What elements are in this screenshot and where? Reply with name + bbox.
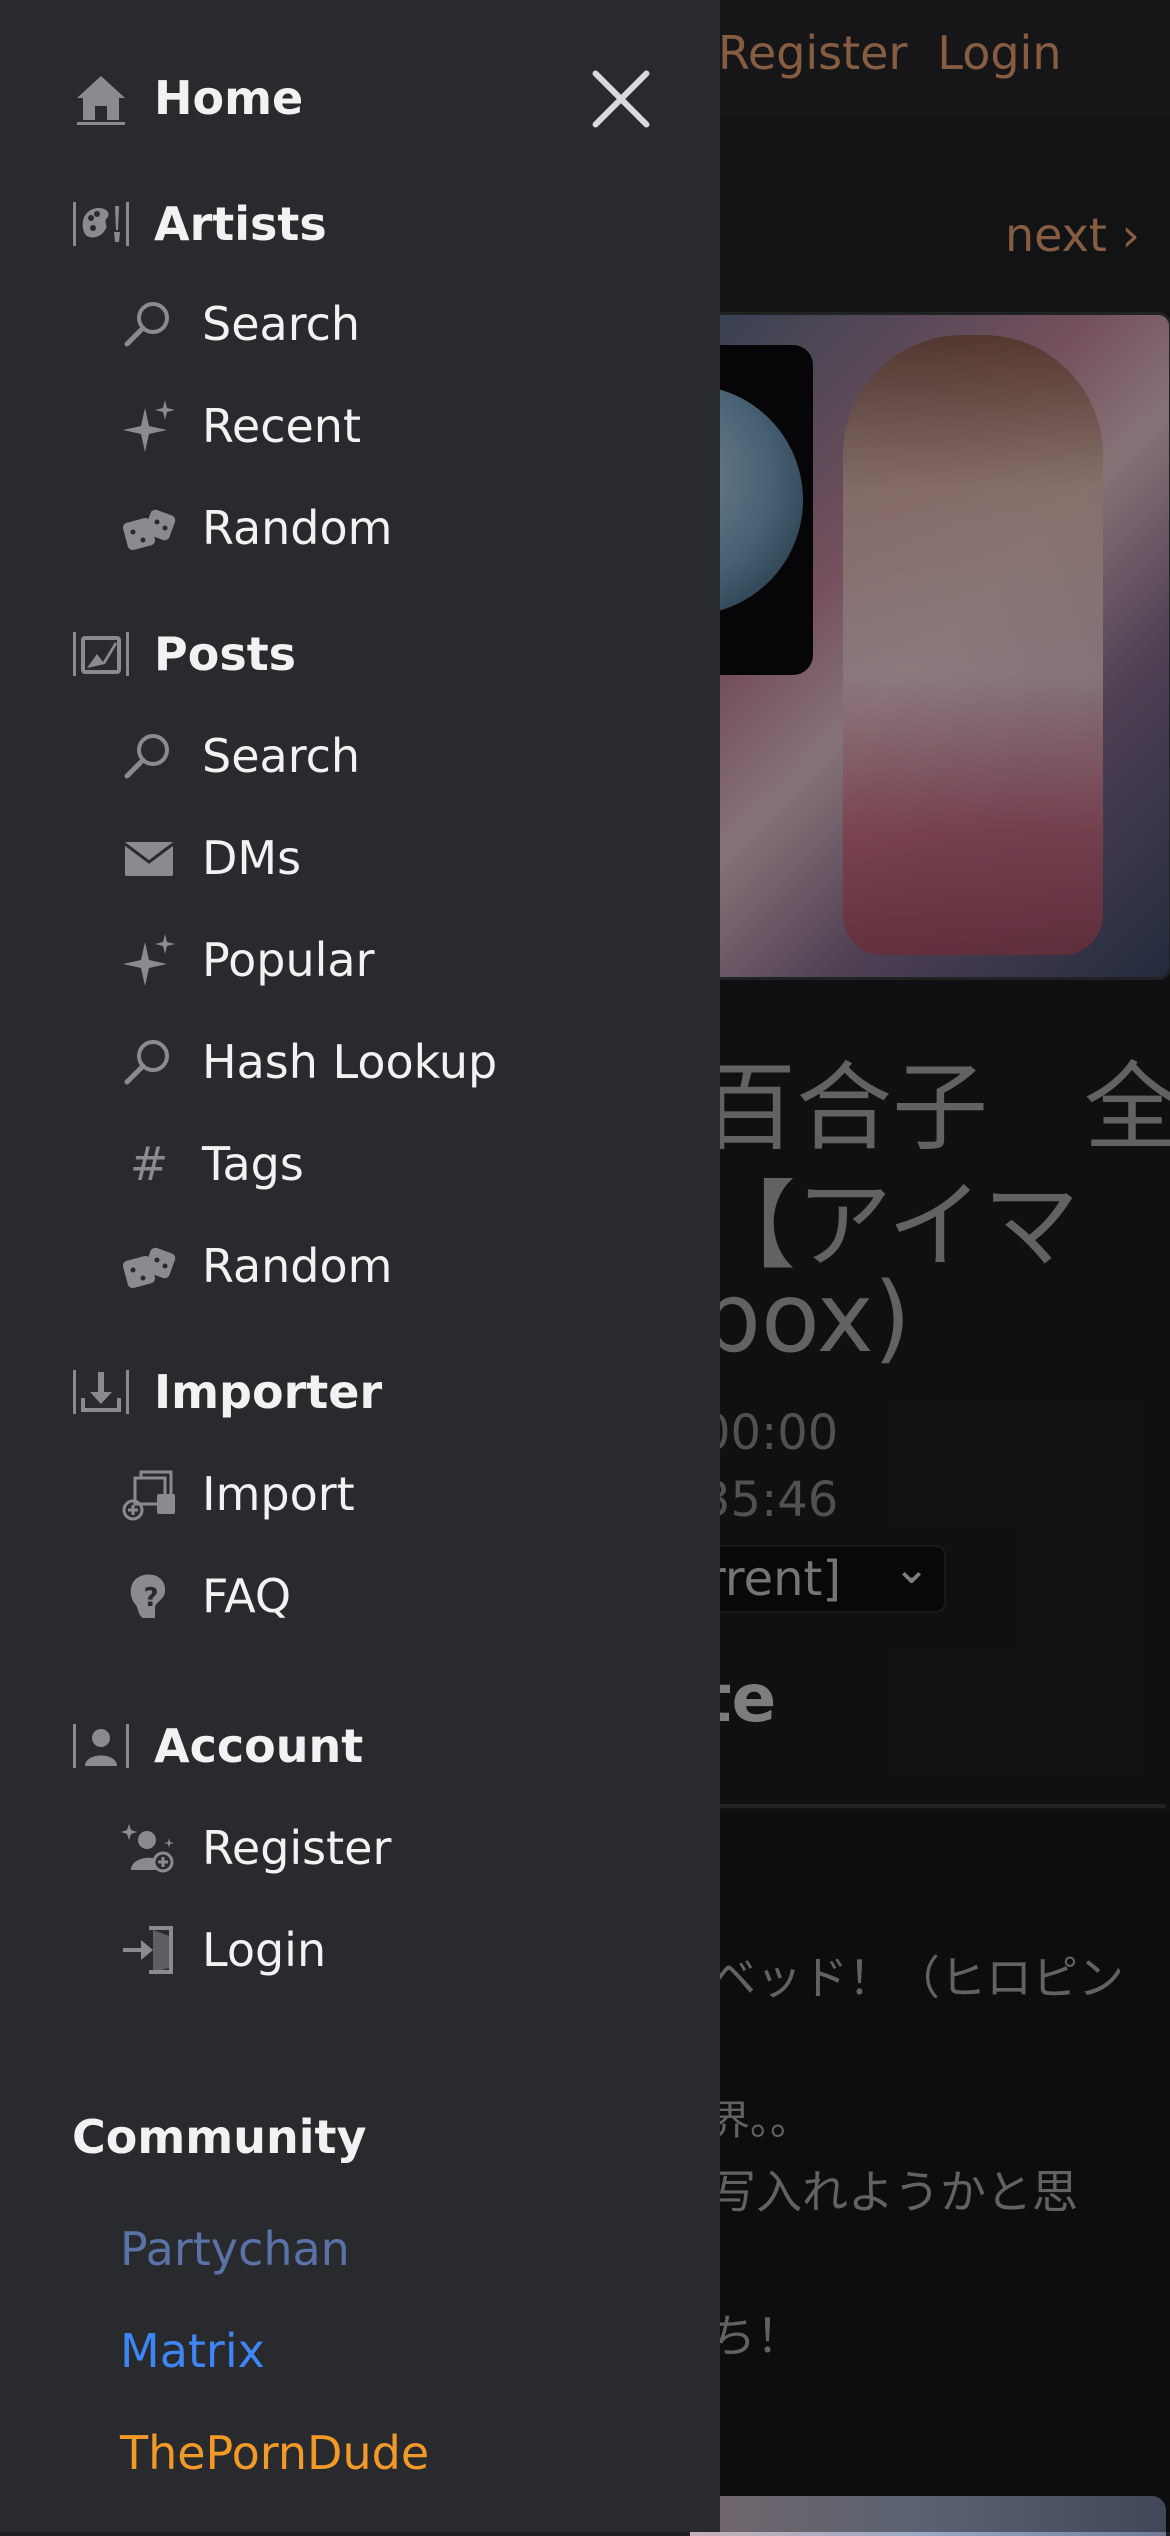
search-icon <box>118 293 180 355</box>
nav-artists-header: Artists <box>0 184 720 264</box>
nav-artists-random[interactable]: Random <box>0 488 720 568</box>
nav-item-label: Register <box>202 1821 392 1875</box>
dice-icon <box>118 1235 180 1297</box>
nav-importer-label: Importer <box>154 1365 383 1419</box>
nav-item-label: Recent <box>202 399 361 453</box>
community-link-theporndude[interactable]: ThePornDude <box>120 2426 429 2480</box>
nav-posts-search[interactable]: Search <box>0 716 720 796</box>
nav-item-label: Search <box>202 729 361 783</box>
nav-account-register[interactable]: Register <box>0 1808 720 1888</box>
nav-importer-header: Importer <box>0 1352 720 1432</box>
import-icon <box>118 1463 180 1525</box>
login-icon <box>118 1919 180 1981</box>
posts-icon <box>70 623 132 685</box>
nav-item-label: DMs <box>202 831 302 885</box>
artists-icon <box>70 193 132 255</box>
nav-posts-popular[interactable]: Popular <box>0 920 720 1000</box>
faq-icon: ? <box>118 1565 180 1627</box>
sparkle-icon <box>118 929 180 991</box>
dice-icon <box>118 497 180 559</box>
nav-artists-search[interactable]: Search <box>0 284 720 364</box>
svg-text:#: # <box>130 1137 169 1191</box>
nav-importer-import[interactable]: Import <box>0 1454 720 1534</box>
nav-account-header: Account <box>0 1706 720 1786</box>
nav-posts-tags[interactable]: # Tags <box>0 1124 720 1204</box>
svg-text:?: ? <box>143 1583 158 1613</box>
envelope-icon <box>118 827 180 889</box>
nav-item-label: Tags <box>202 1137 304 1191</box>
nav-item-label: Search <box>202 297 361 351</box>
nav-posts-label: Posts <box>154 627 297 681</box>
nav-account-login[interactable]: Login <box>0 1910 720 1990</box>
account-icon <box>70 1715 132 1777</box>
nav-item-label: Import <box>202 1467 355 1521</box>
nav-home-label: Home <box>154 71 304 125</box>
nav-importer-faq[interactable]: ? FAQ <box>0 1556 720 1636</box>
nav-account-label: Account <box>154 1719 364 1773</box>
nav-artists-label: Artists <box>154 197 327 251</box>
nav-posts-hash-lookup[interactable]: Hash Lookup <box>0 1022 720 1102</box>
nav-item-label: Hash Lookup <box>202 1035 498 1089</box>
nav-posts-random[interactable]: Random <box>0 1226 720 1306</box>
nav-item-label: Random <box>202 501 393 555</box>
nav-artists-recent[interactable]: Recent <box>0 386 720 466</box>
importer-icon <box>70 1361 132 1423</box>
hash-icon: # <box>118 1133 180 1195</box>
sparkle-icon <box>118 395 180 457</box>
nav-item-label: Random <box>202 1239 393 1293</box>
community-link-partychan[interactable]: Partychan <box>120 2222 350 2276</box>
nav-item-label: Popular <box>202 933 375 987</box>
nav-home[interactable]: Home <box>0 58 720 138</box>
search-icon <box>118 1031 180 1093</box>
side-drawer: Home Artists Search Recent Random Posts <box>0 0 720 2532</box>
community-link-matrix[interactable]: Matrix <box>120 2324 265 2378</box>
nav-posts-header: Posts <box>0 614 720 694</box>
home-icon <box>70 67 132 129</box>
nav-item-label: FAQ <box>202 1569 292 1623</box>
register-icon <box>118 1817 180 1879</box>
community-heading: Community <box>72 2110 367 2164</box>
nav-posts-dms[interactable]: DMs <box>0 818 720 898</box>
search-icon <box>118 725 180 787</box>
nav-item-label: Login <box>202 1923 327 1977</box>
